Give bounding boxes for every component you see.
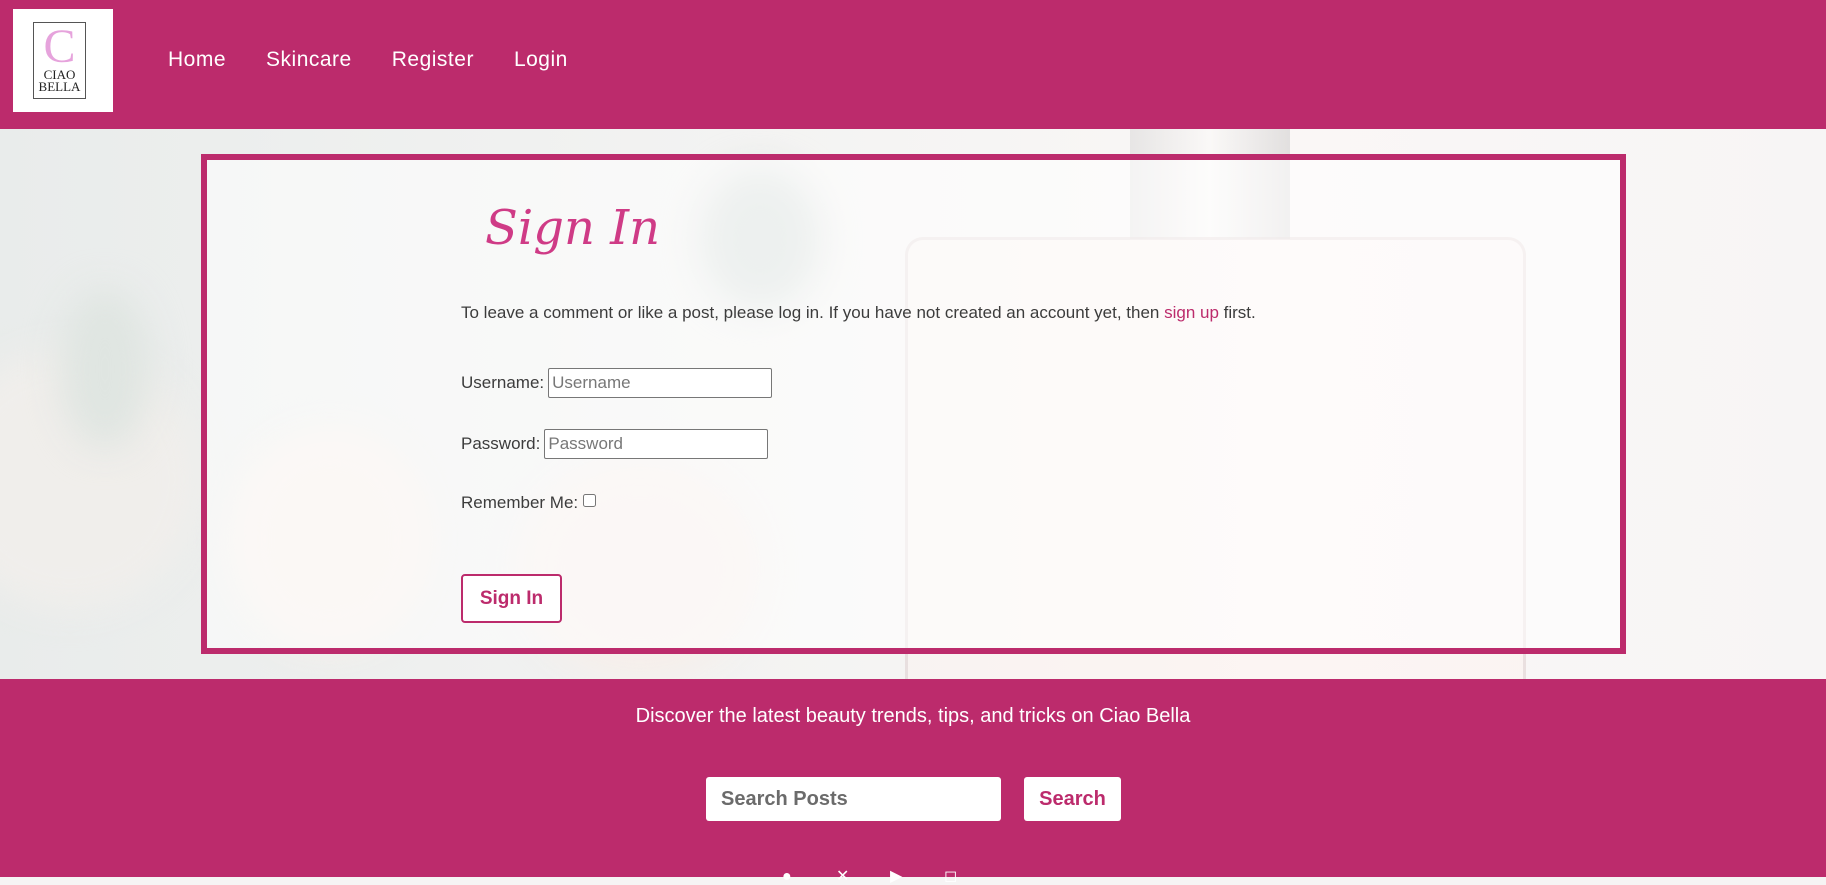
- remember-row: Remember Me:: [461, 493, 597, 513]
- intro-text: To leave a comment or like a post, pleas…: [461, 303, 1165, 322]
- site-logo[interactable]: C CIAO BELLA: [13, 9, 113, 112]
- logo-frame: C CIAO BELLA: [33, 22, 86, 99]
- social-links: ● ✕ ▶ ◻: [782, 869, 960, 885]
- remember-label: Remember Me:: [461, 493, 579, 512]
- username-row: Username:: [461, 368, 773, 398]
- username-label: Username:: [461, 373, 545, 392]
- x-icon[interactable]: ✕: [836, 869, 852, 885]
- logo-letter: C: [43, 20, 76, 73]
- instagram-icon[interactable]: ◻: [944, 869, 960, 885]
- search-input[interactable]: [706, 777, 1001, 821]
- youtube-icon[interactable]: ▶: [890, 869, 906, 885]
- main-nav: Home Skincare Register Login: [168, 48, 608, 72]
- site-header: C CIAO BELLA Home Skincare Register Logi…: [0, 0, 1826, 129]
- signup-link[interactable]: sign up: [1164, 303, 1219, 322]
- site-footer: Discover the latest beauty trends, tips,…: [0, 679, 1826, 885]
- background-leaf: [60, 289, 150, 449]
- nav-login[interactable]: Login: [514, 48, 568, 72]
- page-title: Sign In: [485, 200, 661, 256]
- nav-home[interactable]: Home: [168, 48, 226, 72]
- facebook-icon[interactable]: ●: [782, 869, 798, 885]
- password-input[interactable]: [544, 429, 769, 459]
- signin-intro: To leave a comment or like a post, pleas…: [461, 303, 1256, 323]
- password-label: Password:: [461, 434, 541, 453]
- password-row: Password:: [461, 429, 769, 459]
- signin-panel: [201, 154, 1626, 654]
- remember-checkbox[interactable]: [583, 493, 597, 507]
- nav-register[interactable]: Register: [392, 48, 474, 72]
- footer-tagline: Discover the latest beauty trends, tips,…: [635, 705, 1191, 727]
- nav-skincare[interactable]: Skincare: [266, 48, 352, 72]
- search-button[interactable]: Search: [1024, 777, 1121, 821]
- signin-button[interactable]: Sign In: [461, 574, 562, 623]
- username-input[interactable]: [548, 368, 773, 398]
- intro-text-end: first.: [1218, 303, 1256, 322]
- logo-line2: BELLA: [38, 79, 81, 94]
